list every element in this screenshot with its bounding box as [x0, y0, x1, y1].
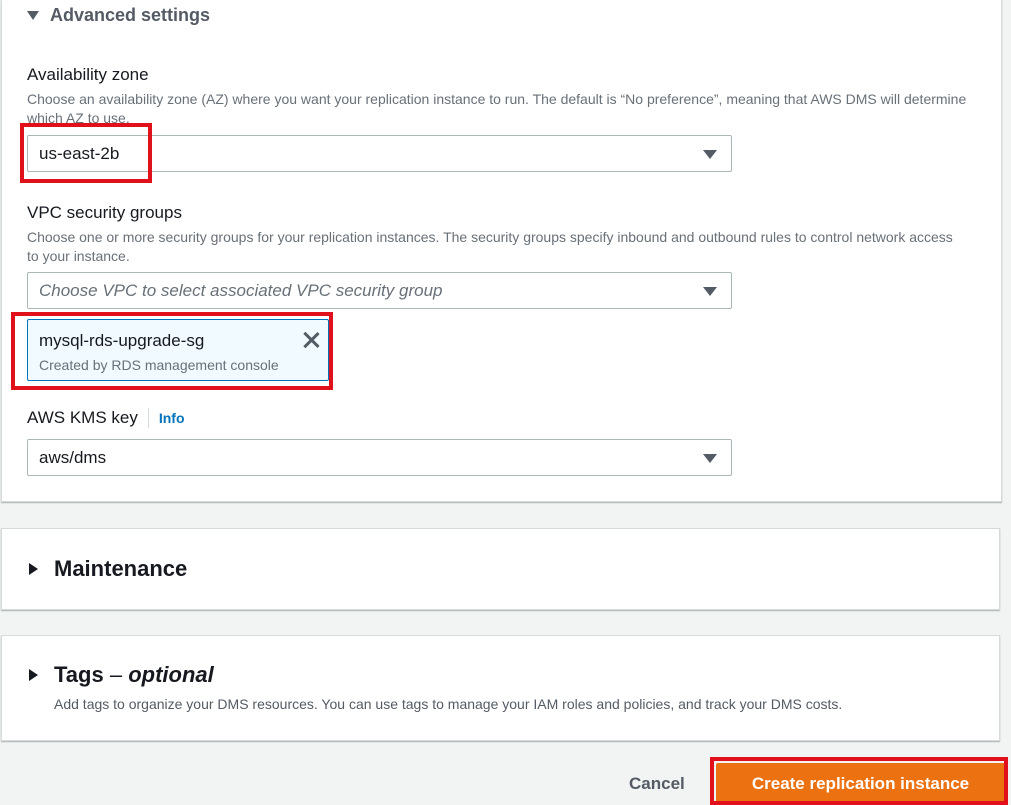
kms-info-link[interactable]: Info	[159, 410, 185, 426]
kms-key-label-row: AWS KMS key Info	[27, 408, 185, 428]
dropdown-arrow-icon	[703, 454, 717, 463]
highlight-box-security-group	[11, 312, 333, 390]
cancel-button[interactable]: Cancel	[629, 774, 685, 794]
vpc-security-groups-description: Choose one or more security groups for y…	[27, 229, 953, 264]
caret-right-icon	[29, 563, 38, 575]
highlight-box-create-button	[710, 757, 1008, 805]
caret-right-icon	[29, 669, 38, 681]
kms-key-select[interactable]: aws/dms	[27, 439, 732, 476]
vpc-security-groups-placeholder: Choose VPC to select associated VPC secu…	[39, 281, 443, 300]
availability-zone-label: Availability zone	[27, 65, 149, 84]
divider	[147, 408, 149, 428]
kms-key-label: AWS KMS key	[27, 408, 138, 427]
dropdown-arrow-icon	[703, 287, 717, 296]
advanced-settings-title: Advanced settings	[50, 5, 211, 25]
kms-key-value: aws/dms	[39, 448, 107, 467]
vpc-security-groups-label: VPC security groups	[27, 203, 182, 222]
availability-zone-description: Choose an availability zone (AZ) where y…	[27, 91, 967, 126]
caret-down-icon	[27, 11, 39, 20]
tags-panel[interactable]: Tags – optional Add tags to organize you…	[1, 635, 1000, 741]
tags-title: Tags – optional	[54, 662, 214, 687]
advanced-settings-panel: Advanced settings Availability zone Choo…	[1, 0, 1002, 502]
advanced-settings-toggle[interactable]: Advanced settings	[27, 5, 210, 26]
tags-description: Add tags to organize your DMS resources.…	[54, 696, 843, 712]
vpc-security-groups-select[interactable]: Choose VPC to select associated VPC secu…	[27, 272, 732, 309]
dropdown-arrow-icon	[703, 150, 717, 159]
highlight-box-availability-zone	[20, 123, 152, 183]
maintenance-title: Maintenance	[54, 556, 188, 581]
maintenance-panel[interactable]: Maintenance	[1, 528, 1000, 610]
